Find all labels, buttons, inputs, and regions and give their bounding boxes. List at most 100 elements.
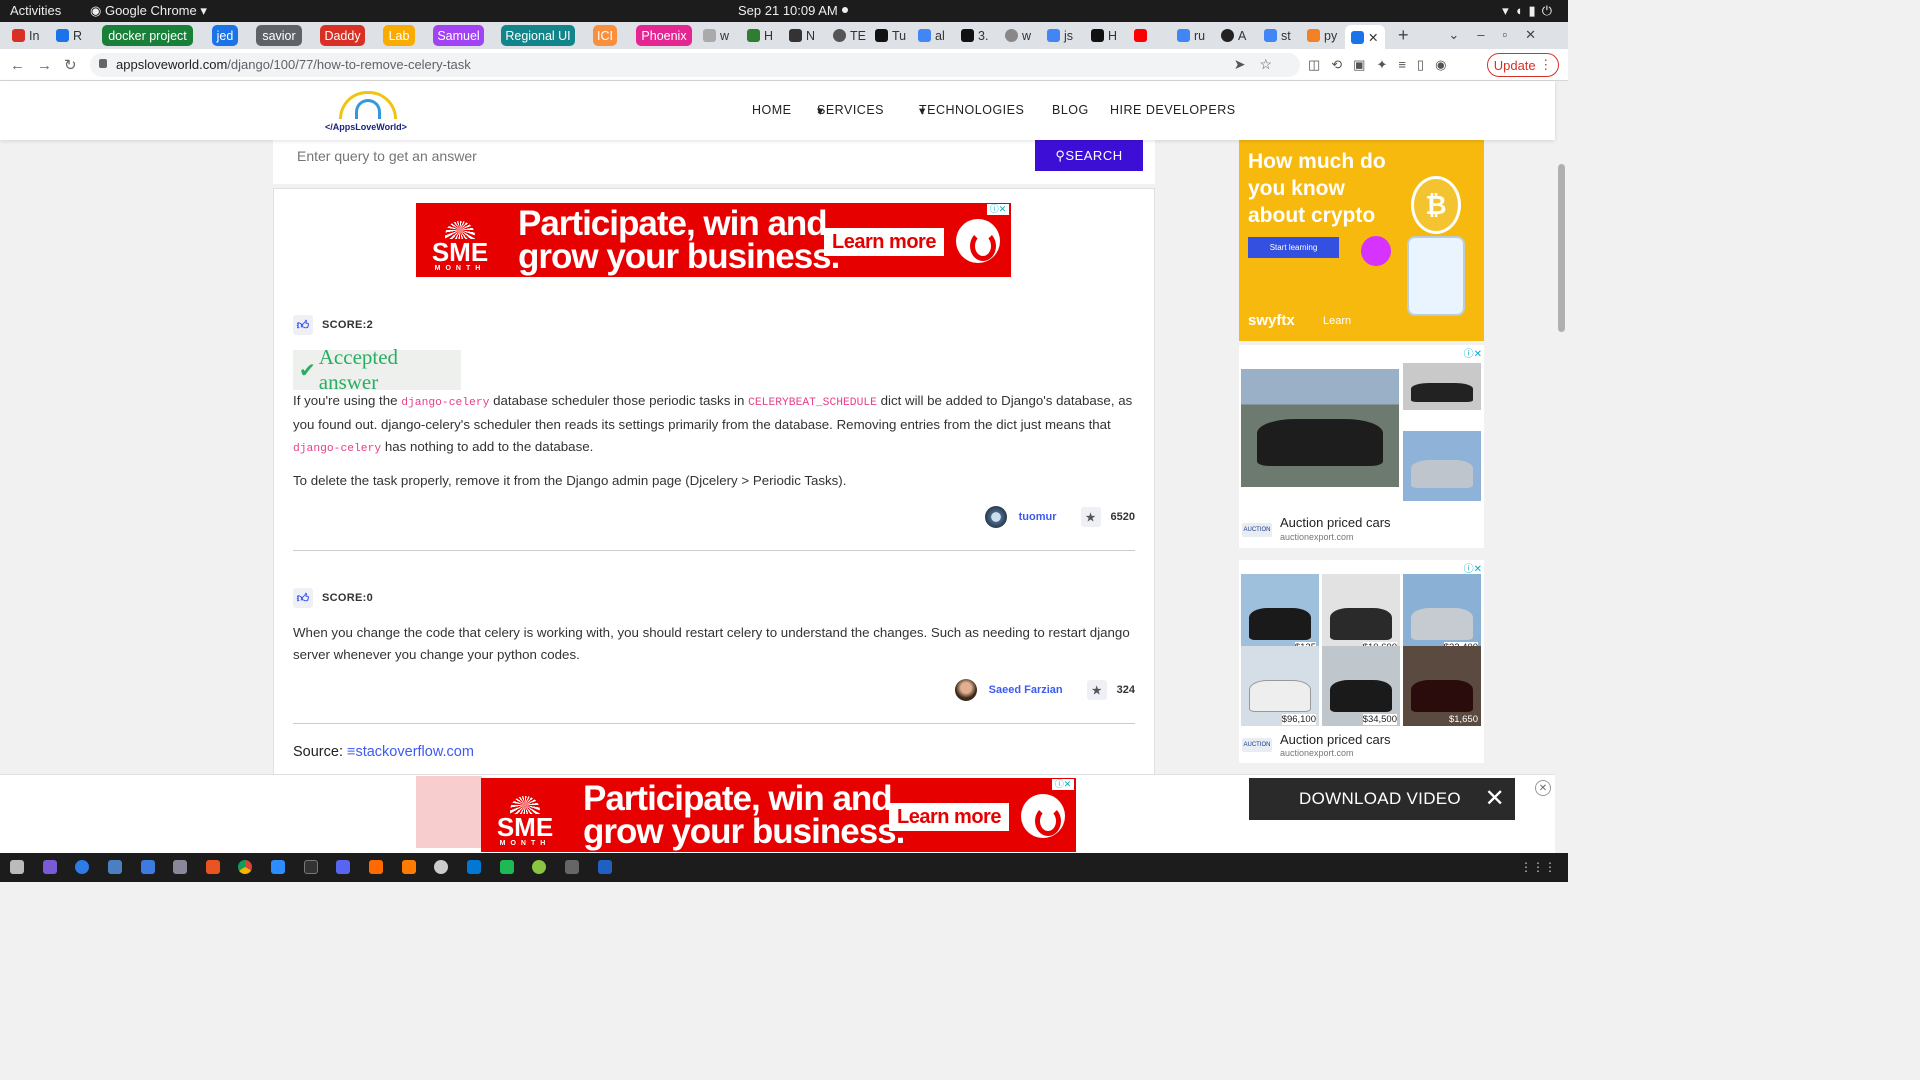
sticky-sme-ad-banner[interactable]: SME MONTH Participate, win and grow your … — [481, 778, 1076, 852]
tab-group-jed[interactable]: jed — [212, 25, 238, 46]
update-button[interactable]: Update ⋮ — [1487, 53, 1559, 77]
omnibox-actions[interactable]: ➤☆ — [1234, 56, 1286, 73]
nav-home[interactable]: HOME — [752, 103, 792, 117]
url-text[interactable]: appsloveworld.com/django/100/77/how-to-r… — [116, 57, 471, 72]
car-photo[interactable]: $125 — [1241, 574, 1319, 654]
auction-ad-2[interactable]: ⓘ✕ $125 $10,600 $32,400 $96,100 $34,500 … — [1239, 560, 1484, 763]
tab-item[interactable]: N — [789, 25, 823, 46]
tab-drive[interactable]: R — [56, 25, 90, 46]
help-icon[interactable] — [75, 860, 89, 874]
close-icon[interactable]: ✕ — [1485, 784, 1505, 813]
tab-item[interactable]: py — [1307, 25, 1341, 46]
ad-choices-icon[interactable]: ⓘ✕ — [1464, 560, 1482, 575]
source-link[interactable]: ≡stackoverflow.com — [347, 744, 474, 760]
car-photo[interactable]: $32,400 — [1403, 574, 1481, 654]
crypto-ad[interactable]: How much do you know about crypto Start … — [1239, 140, 1484, 341]
author-name[interactable]: tuomur — [1019, 511, 1057, 523]
search-input[interactable] — [285, 140, 1035, 171]
car-photo[interactable]: $34,500 — [1322, 646, 1400, 726]
ad-choices-icon[interactable]: ⓘ✕ — [1052, 779, 1074, 790]
app-icon[interactable] — [173, 860, 187, 874]
tab-group-samuel[interactable]: Samuel — [433, 25, 484, 46]
sublime-icon[interactable] — [402, 860, 416, 874]
terminal-icon[interactable] — [304, 860, 318, 874]
nav-hire-developers[interactable]: HIRE DEVELOPERS — [1110, 103, 1236, 117]
activities-button[interactable]: Activities — [10, 3, 61, 18]
app-icon[interactable] — [598, 860, 612, 874]
show-desktop-icon[interactable] — [10, 860, 24, 874]
app-icon[interactable] — [565, 860, 579, 874]
system-status-icons[interactable]: ▾◖▮⏻ — [1502, 3, 1558, 19]
tab-group-regional-ui[interactable]: Regional UI — [501, 25, 575, 46]
auction-ad-1[interactable]: ⓘ✕ AUCTION Auction priced cars auctionex… — [1239, 345, 1484, 548]
app-icon[interactable] — [43, 860, 57, 874]
tab-item[interactable]: TE — [833, 25, 867, 46]
tab-item[interactable]: w — [1005, 25, 1039, 46]
software-icon[interactable] — [206, 860, 220, 874]
clock[interactable]: Sep 21 10:09 AM — [738, 3, 838, 18]
app-icon[interactable] — [369, 860, 383, 874]
auction-ad-title[interactable]: Auction priced cars — [1280, 732, 1391, 747]
download-video-bar[interactable]: DOWNLOAD VIDEO ✕ — [1249, 778, 1515, 820]
app-icon[interactable] — [434, 860, 448, 874]
nav-blog[interactable]: BLOG — [1052, 103, 1089, 117]
tab-item[interactable]: H — [1091, 25, 1125, 46]
search-button[interactable]: ⚲ SEARCH — [1035, 140, 1143, 171]
tab-group-phoenix[interactable]: Phoenix — [636, 25, 692, 46]
extension-icons[interactable]: ◫⟲▣✦≡▯◉ — [1308, 57, 1457, 73]
vscode-icon[interactable] — [467, 860, 481, 874]
scrollbar-thumb[interactable] — [1558, 164, 1565, 332]
sme-ad-banner[interactable]: SME MONTH Participate, win and grow your … — [416, 203, 1011, 277]
tab-active[interactable]: ✕ — [1345, 25, 1385, 49]
app-menu[interactable]: ◉ Google Chrome ▾ — [90, 3, 207, 19]
tab-item[interactable]: A — [1221, 25, 1255, 46]
tab-item[interactable] — [1134, 25, 1168, 46]
ad-learn-more-button[interactable]: Learn more — [824, 228, 944, 256]
ad-learn-more-button[interactable]: Learn more — [889, 803, 1009, 831]
new-tab-icon[interactable]: + — [1398, 25, 1409, 46]
car-photo[interactable]: $96,100 — [1241, 646, 1319, 726]
files-icon[interactable] — [108, 860, 122, 874]
tab-group-lab[interactable]: Lab — [383, 25, 415, 46]
docs-icon[interactable] — [141, 860, 155, 874]
avatar[interactable] — [954, 679, 977, 701]
close-sticky-ad-icon[interactable]: ✕ — [1535, 780, 1551, 796]
start-learning-button[interactable]: Start learning — [1248, 237, 1339, 258]
zoom-icon[interactable] — [271, 860, 285, 874]
app-icon[interactable] — [500, 860, 514, 874]
app-grid-icon[interactable]: ⋮⋮⋮ — [1520, 860, 1556, 874]
ad-choices-icon[interactable]: ⓘ✕ — [987, 204, 1009, 215]
tab-item[interactable]: 3. — [961, 25, 995, 46]
chrome-icon[interactable] — [238, 860, 252, 874]
tab-item[interactable]: Tu — [875, 25, 909, 46]
nav-buttons[interactable]: ←→↻ — [10, 56, 89, 74]
tab-item[interactable]: st — [1264, 25, 1298, 46]
tab-item[interactable]: al — [918, 25, 952, 46]
car-photo[interactable]: $10,600 — [1322, 574, 1400, 654]
site-logo[interactable]: </AppsLoveWorld> — [325, 89, 413, 133]
author-name[interactable]: Saeed Farzian — [989, 684, 1063, 696]
tab-group-ici[interactable]: ICI — [593, 25, 617, 46]
tab-close-icon[interactable]: ✕ — [1368, 30, 1378, 45]
tab-item[interactable]: ru — [1177, 25, 1211, 46]
thumbs-up-icon[interactable]: 👍︎ — [293, 588, 313, 608]
ad-choices-icon[interactable]: ⓘ✕ — [1464, 345, 1482, 360]
page-scrollbar[interactable] — [1555, 140, 1568, 853]
app-icon[interactable] — [336, 860, 350, 874]
tab-gmail[interactable]: In — [12, 25, 46, 46]
tab-group-savior[interactable]: savior — [256, 25, 302, 46]
thumbs-up-icon[interactable]: 👍︎ — [293, 315, 313, 335]
lock-icon[interactable] — [99, 59, 107, 68]
auction-ad-title[interactable]: Auction priced cars — [1280, 515, 1391, 530]
app-icon[interactable] — [532, 860, 546, 874]
window-controls[interactable]: ⌄–▫✕ — [1448, 27, 1554, 43]
tab-item[interactable]: w — [703, 25, 737, 46]
avatar[interactable] — [984, 506, 1007, 528]
car-photo[interactable] — [1403, 363, 1481, 410]
car-photo[interactable]: $1,650 — [1403, 646, 1481, 726]
address-bar[interactable]: appsloveworld.com/django/100/77/how-to-r… — [90, 53, 1300, 77]
tab-group-docker-project[interactable]: docker project — [102, 25, 193, 46]
tab-group-daddy[interactable]: Daddy — [320, 25, 365, 46]
tab-item[interactable]: js — [1047, 25, 1081, 46]
car-photo[interactable] — [1241, 369, 1399, 487]
